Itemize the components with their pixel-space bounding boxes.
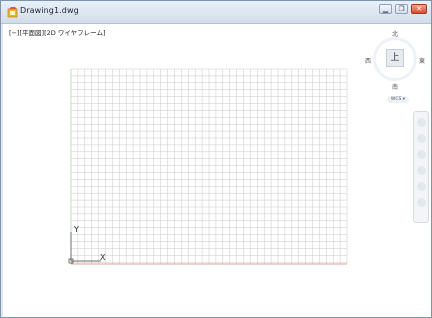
compass-west[interactable]: 西	[365, 56, 371, 65]
pan-icon[interactable]	[417, 134, 426, 143]
window-title: Drawing1.dwg	[20, 6, 79, 15]
autocad-file-icon	[7, 7, 18, 18]
drawing-window: Drawing1.dwg ▁ ❐ ✕ [−][平面図][2D ワイヤフレーム] …	[0, 0, 432, 318]
compass-north[interactable]: 北	[392, 29, 398, 38]
wcs-menu[interactable]: WCS ▾	[387, 96, 409, 103]
showmotion-icon[interactable]	[417, 182, 426, 191]
ucs-y-label: Y	[74, 225, 79, 234]
minimize-icon: ▁	[382, 5, 389, 13]
steeringwheel-icon[interactable]	[417, 118, 426, 127]
orbit-icon[interactable]	[417, 166, 426, 175]
wcs-label: WCS	[390, 97, 402, 102]
title-bar[interactable]: Drawing1.dwg ▁ ❐ ✕	[1, 1, 431, 24]
restore-icon: ❐	[398, 5, 405, 13]
minimize-button[interactable]: ▁	[379, 4, 392, 14]
zoom-icon[interactable]	[417, 150, 426, 159]
compass-south[interactable]: 南	[392, 82, 398, 91]
restore-button[interactable]: ❐	[395, 4, 408, 14]
viewcube[interactable]: 北 南 東 西 上 WCS ▾	[361, 27, 429, 115]
navbar-menu-icon[interactable]	[417, 198, 426, 207]
close-icon: ✕	[416, 5, 422, 13]
navigation-bar[interactable]	[413, 111, 429, 223]
drawing-canvas[interactable]: [−][平面図][2D ワイヤフレーム] Y X 北 南 東 西 上 WCS ▾	[3, 24, 431, 317]
ucs-x-label: X	[100, 253, 106, 262]
compass-east[interactable]: 東	[419, 56, 425, 65]
close-button[interactable]: ✕	[411, 4, 427, 14]
viewcube-top-face[interactable]: 上	[386, 49, 404, 67]
